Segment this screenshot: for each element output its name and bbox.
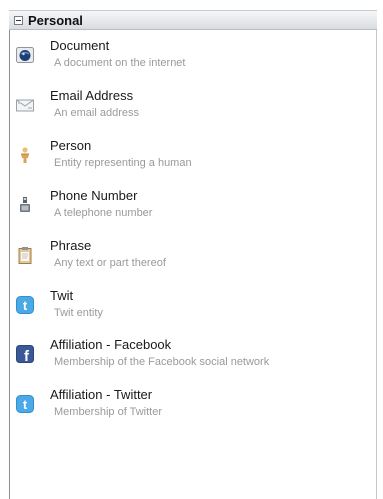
item-description: Membership of the Facebook social networ… <box>54 356 270 368</box>
person-icon <box>16 146 34 164</box>
item-title: Twit <box>50 288 74 303</box>
list-item-document[interactable]: Document A document on the internet <box>12 38 372 84</box>
list-item-affiliation-facebook[interactable]: f Affiliation - Facebook Membership of t… <box>12 337 372 383</box>
item-title: Document <box>50 38 110 53</box>
item-description: Membership of Twitter <box>54 406 163 418</box>
item-title: Phrase <box>50 238 92 253</box>
item-title: Email Address <box>50 88 134 103</box>
list-item-affiliation-twitter[interactable]: t Affiliation - Twitter Membership of Tw… <box>12 387 372 433</box>
telephone-icon <box>16 196 34 214</box>
item-description: Twit entity <box>54 307 103 319</box>
list-item-phone-number[interactable]: Phone Number A telephone number <box>12 188 372 234</box>
panel-left-border <box>9 10 10 499</box>
panel-right-border <box>376 10 377 499</box>
group-header-personal[interactable]: Personal <box>9 10 377 30</box>
item-title: Phone Number <box>50 188 138 203</box>
item-title: Affiliation - Facebook <box>50 337 172 352</box>
svg-text:t: t <box>23 397 28 412</box>
item-description: A telephone number <box>54 207 153 219</box>
item-description: An email address <box>54 107 139 119</box>
entity-palette-panel: Personal Document A document on the inte… <box>0 0 383 499</box>
email-envelope-icon <box>16 96 34 114</box>
list-item-twit[interactable]: t Twit Twit entity <box>12 288 372 334</box>
item-title: Person <box>50 138 92 153</box>
svg-text:t: t <box>23 298 28 313</box>
list-item-phrase[interactable]: Phrase Any text or part thereof <box>12 238 372 284</box>
list-item-email-address[interactable]: Email Address An email address <box>12 88 372 134</box>
item-description: Any text or part thereof <box>54 257 166 269</box>
twitter-icon: t <box>16 296 34 314</box>
collapse-minus-icon[interactable] <box>14 15 23 25</box>
globe-document-icon <box>16 46 34 64</box>
item-description: Entity representing a human <box>54 157 192 169</box>
list-item-person[interactable]: Person Entity representing a human <box>12 138 372 184</box>
item-title: Affiliation - Twitter <box>50 387 153 402</box>
clipboard-phrase-icon <box>16 246 34 264</box>
twitter-icon: t <box>16 395 34 413</box>
item-description: A document on the internet <box>54 57 186 69</box>
group-title: Personal <box>28 12 83 28</box>
facebook-icon: f <box>16 345 34 365</box>
